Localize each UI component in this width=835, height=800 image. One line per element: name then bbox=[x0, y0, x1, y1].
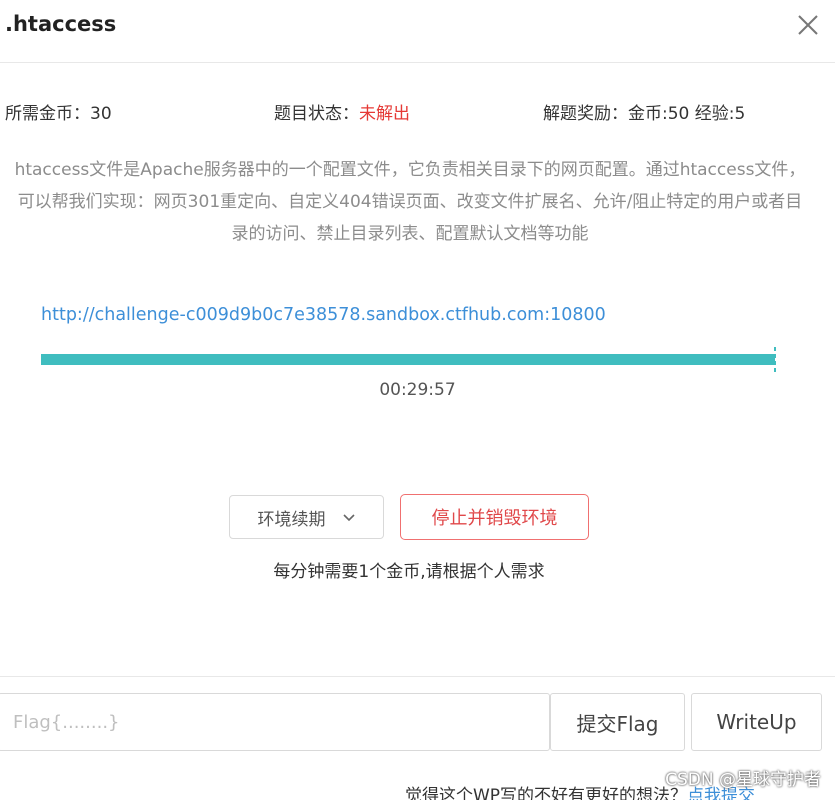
challenge-dialog: .htaccess 所需金币：30 题目状态：未解出 解题奖励：金币:50 经验… bbox=[0, 0, 835, 800]
challenge-description: htaccess文件是Apache服务器中的一个配置文件，它负责相关目录下的网页… bbox=[14, 160, 806, 244]
chevron-down-icon bbox=[342, 514, 355, 522]
progress-end-marker bbox=[774, 347, 776, 372]
flag-input[interactable] bbox=[0, 693, 550, 751]
renew-environment-dropdown[interactable]: 环境续期 bbox=[229, 495, 384, 539]
status-value: 未解出 bbox=[359, 104, 410, 124]
dialog-header: .htaccess bbox=[0, 0, 835, 63]
challenge-status: 题目状态：未解出 bbox=[274, 102, 410, 126]
environment-progress-bar bbox=[41, 347, 776, 372]
writeup-button[interactable]: WriteUp bbox=[691, 693, 822, 751]
close-icon bbox=[798, 15, 818, 35]
challenge-reward: 解题奖励：金币:50 经验:5 bbox=[543, 104, 746, 124]
submit-flag-button[interactable]: 提交Flag bbox=[550, 693, 685, 751]
renew-label: 环境续期 bbox=[257, 509, 326, 530]
feedback-text: 觉得这个WP写的不好有更好的想法？ bbox=[405, 786, 688, 800]
footer-divider bbox=[0, 676, 835, 677]
environment-timer: 00:29:57 bbox=[379, 380, 456, 400]
coins-required: 所需金币：30 bbox=[5, 104, 112, 124]
environment-url-link[interactable]: http://challenge-c009d9b0c7e38578.sandbo… bbox=[41, 303, 606, 327]
close-button[interactable] bbox=[795, 12, 821, 38]
cost-note: 每分钟需要1个金币,请根据个人需求 bbox=[273, 562, 545, 582]
stop-destroy-environment-button[interactable]: 停止并销毁环境 bbox=[400, 494, 589, 540]
csdn-watermark: CSDN @星球守护者 bbox=[665, 770, 821, 790]
dialog-title: .htaccess bbox=[5, 12, 117, 36]
status-label: 题目状态： bbox=[274, 104, 359, 124]
progress-fill bbox=[41, 354, 775, 365]
